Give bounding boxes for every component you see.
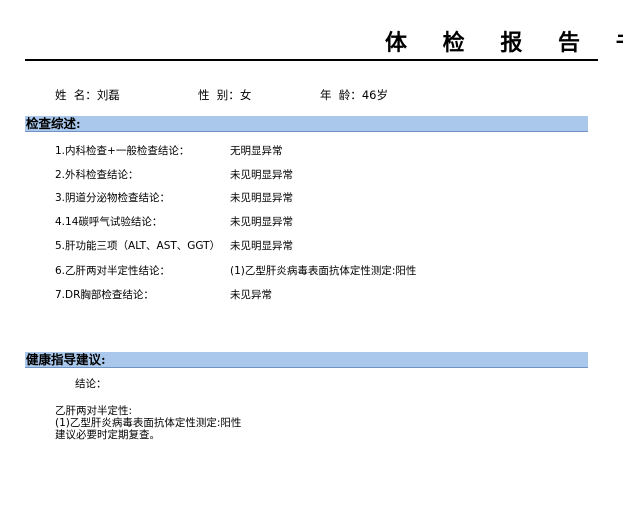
summary-heading: 检查综述:	[25, 116, 588, 132]
report-title: 体 检 报 告 书	[385, 30, 623, 56]
summary-value: 无明显异常	[230, 145, 283, 157]
summary-label: 1.内科检查+一般检查结论：	[55, 145, 190, 157]
advice-line: (1)乙型肝炎病毒表面抗体定性测定:阳性	[55, 417, 242, 429]
age-value: 46岁	[361, 88, 388, 102]
summary-value: 未见明显异常	[230, 169, 293, 181]
gender-value: 女	[239, 88, 252, 102]
patient-name: 姓 名：刘磊	[55, 87, 120, 103]
age-label: 年 龄：	[320, 88, 362, 102]
summary-label: 2.外科检查结论：	[55, 169, 139, 181]
gender-label: 性 别：	[198, 88, 240, 102]
summary-label: 5.肝功能三项（ALT、AST、GGT）	[55, 240, 221, 252]
advice-conclusion-label: 结论：	[75, 378, 107, 390]
patient-gender: 性 别：女	[198, 87, 251, 103]
name-value: 刘磊	[96, 88, 120, 102]
summary-value: 未见明显异常	[230, 192, 293, 204]
summary-value: 未见明显异常	[230, 216, 293, 228]
name-label: 姓 名：	[55, 88, 97, 102]
summary-value: (1)乙型肝炎病毒表面抗体定性测定:阳性	[230, 265, 417, 277]
summary-label: 6.乙肝两对半定性结论：	[55, 265, 171, 277]
advice-line: 乙肝两对半定性:	[55, 405, 133, 417]
title-divider	[25, 59, 598, 61]
summary-value: 未见异常	[230, 289, 272, 301]
summary-label: 7.DR胸部检查结论：	[55, 289, 154, 301]
advice-line: 建议必要时定期复查。	[55, 429, 160, 441]
summary-value: 未见明显异常	[230, 240, 293, 252]
advice-heading: 健康指导建议:	[25, 352, 588, 368]
summary-label: 3.阴道分泌物检查结论：	[55, 192, 171, 204]
patient-age: 年 龄：46岁	[320, 87, 388, 103]
summary-label: 4.14碳呼气试验结论：	[55, 216, 163, 228]
